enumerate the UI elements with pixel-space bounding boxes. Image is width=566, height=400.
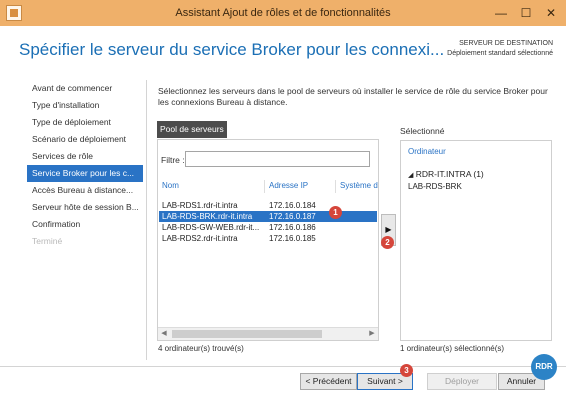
nav-item-session-host[interactable]: Serveur hôte de session B... xyxy=(27,199,143,216)
table-row[interactable]: LAB-RDS-GW-WEB.rdr-it... 172.16.0.186 xyxy=(159,222,377,233)
rdr-logo: RDR xyxy=(531,354,557,380)
selected-server-item[interactable]: LAB-RDS-BRK xyxy=(408,182,462,191)
column-header-name[interactable]: Nom xyxy=(162,181,179,190)
server-name: LAB-RDS1.rdr-it.intra xyxy=(162,201,238,210)
server-name: LAB-RDS2.rdr-it.intra xyxy=(162,234,238,243)
selected-label: Sélectionné xyxy=(400,126,445,136)
server-list-header: Nom Adresse IP Système d xyxy=(158,180,378,194)
tab-server-pool[interactable]: Pool de serveurs xyxy=(157,121,227,138)
scroll-left-icon[interactable]: ◀ xyxy=(158,328,170,340)
destination-server-value: Déploiement standard sélectionné xyxy=(447,50,553,57)
selected-column-header: Ordinateur xyxy=(408,147,446,156)
selected-count: 1 ordinateur(s) sélectionné(s) xyxy=(400,344,505,353)
table-row[interactable]: LAB-RDS2.rdr-it.intra 172.16.0.185 xyxy=(159,233,377,244)
annotation-badge-2: 2 xyxy=(381,236,394,249)
collapse-icon[interactable]: ◢ xyxy=(408,172,413,179)
destination-server-label: SERVEUR DE DESTINATION xyxy=(459,40,553,47)
minimize-icon[interactable]: — xyxy=(491,5,511,21)
footer-divider xyxy=(0,366,566,367)
server-name: LAB-RDS-GW-WEB.rdr-it... xyxy=(162,223,260,232)
page-description: Sélectionnez les serveurs dans le pool d… xyxy=(158,86,548,107)
nav-item-web-access[interactable]: Accès Bureau à distance... xyxy=(27,182,143,199)
previous-button[interactable]: < Précédent xyxy=(300,373,357,390)
found-count: 4 ordinateur(s) trouvé(s) xyxy=(158,344,244,353)
wizard-steps-nav: Avant de commencer Type d'installation T… xyxy=(27,80,143,250)
server-pool-panel: Filtre : Nom Adresse IP Système d LAB-RD… xyxy=(157,139,379,341)
app-icon xyxy=(6,5,22,21)
nav-item-completed: Terminé xyxy=(32,236,63,246)
server-name: LAB-RDS-BRK.rdr-it.intra xyxy=(162,212,253,221)
column-header-ip[interactable]: Adresse IP xyxy=(269,181,308,190)
title-bar: Assistant Ajout de rôles et de fonctionn… xyxy=(0,0,566,26)
close-icon[interactable]: ✕ xyxy=(541,5,561,21)
selected-panel: Ordinateur ◢ RDR-IT.INTRA (1) LAB-RDS-BR… xyxy=(400,140,552,341)
filter-label: Filtre : xyxy=(161,155,185,165)
window-title: Assistant Ajout de rôles et de fonctionn… xyxy=(175,7,391,19)
column-divider[interactable] xyxy=(335,180,336,193)
nav-divider xyxy=(146,80,147,360)
deploy-button: Déployer xyxy=(427,373,497,390)
selected-group-label: RDR-IT.INTRA (1) xyxy=(415,169,484,179)
nav-item-role-services[interactable]: Services de rôle xyxy=(27,148,143,165)
annotation-badge-3: 3 xyxy=(400,364,413,377)
server-ip: 172.16.0.187 xyxy=(269,212,316,221)
server-ip: 172.16.0.185 xyxy=(269,234,316,243)
scrollbar-thumb[interactable] xyxy=(172,330,322,338)
column-header-os[interactable]: Système d xyxy=(340,181,378,190)
table-row[interactable]: LAB-RDS1.rdr-it.intra 172.16.0.184 xyxy=(159,200,377,211)
server-ip: 172.16.0.184 xyxy=(269,201,316,210)
nav-item-deployment-type[interactable]: Type de déploiement xyxy=(27,114,143,131)
nav-item-connection-broker[interactable]: Service Broker pour les c... xyxy=(27,165,143,182)
table-row[interactable]: LAB-RDS-BRK.rdr-it.intra 172.16.0.187 xyxy=(159,211,377,222)
filter-input[interactable] xyxy=(185,151,370,167)
page-title: Spécifier le serveur du service Broker p… xyxy=(19,40,445,59)
column-divider[interactable] xyxy=(264,180,265,193)
nav-item-deployment-scenario[interactable]: Scénario de déploiement xyxy=(27,131,143,148)
nav-item-installation-type[interactable]: Type d'installation xyxy=(27,97,143,114)
server-ip: 172.16.0.186 xyxy=(269,223,316,232)
nav-item-before-you-begin[interactable]: Avant de commencer xyxy=(27,80,143,97)
maximize-icon[interactable]: ☐ xyxy=(516,5,536,21)
annotation-badge-1: 1 xyxy=(329,206,342,219)
nav-item-confirmation[interactable]: Confirmation xyxy=(27,216,143,233)
selected-group[interactable]: ◢ RDR-IT.INTRA (1) xyxy=(408,169,484,179)
scroll-right-icon[interactable]: ▶ xyxy=(366,328,378,340)
horizontal-scrollbar[interactable]: ◀ ▶ xyxy=(158,327,378,340)
